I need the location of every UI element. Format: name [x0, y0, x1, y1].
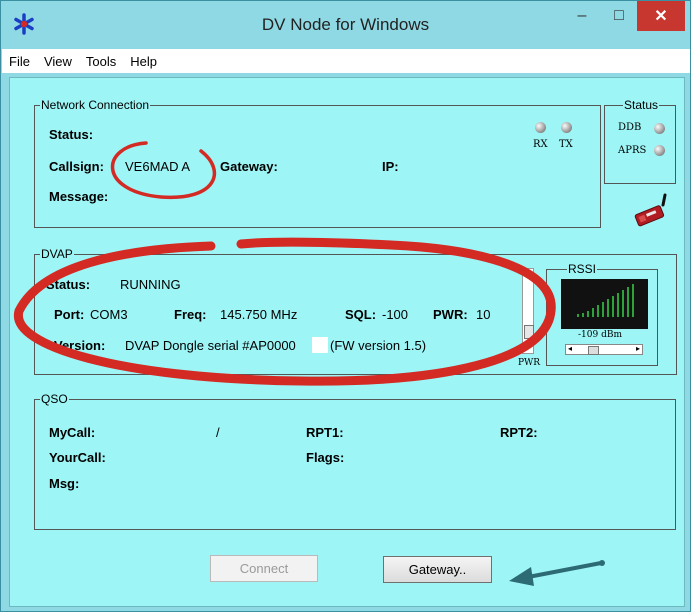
- rssi-legend: RSSI: [568, 262, 597, 276]
- message-label: Message:: [49, 189, 109, 204]
- rx-label: RX: [533, 139, 548, 150]
- network-connection-group: Network Connection: [34, 98, 601, 228]
- port-value: COM3: [90, 307, 128, 322]
- rssi-bars-icon: [577, 284, 634, 317]
- main-panel: Network Connection Status: Callsign: VE6…: [9, 77, 685, 607]
- status-group: Status: [604, 98, 676, 184]
- dvap-status-value: RUNNING: [120, 277, 181, 292]
- port-label: Port:: [54, 307, 85, 322]
- rpt1-label: RPT1:: [306, 425, 344, 440]
- scroll-right-icon[interactable]: ▸: [636, 344, 640, 353]
- menu-file[interactable]: File: [2, 54, 37, 69]
- rssi-scroll-thumb[interactable]: [588, 346, 599, 355]
- yourcall-label: YourCall:: [49, 450, 106, 465]
- gateway-button[interactable]: Gateway..: [383, 556, 492, 583]
- maximize-button[interactable]: □: [605, 1, 633, 31]
- rssi-scrollbar[interactable]: ◂ ▸: [565, 344, 643, 355]
- rssi-meter: [561, 279, 648, 329]
- serial-redaction: [312, 337, 328, 353]
- ip-label: IP:: [382, 159, 399, 174]
- dvap-status-label: Status:: [46, 277, 91, 292]
- rpt2-label: RPT2:: [500, 425, 538, 440]
- ddb-led-icon: [654, 123, 665, 134]
- minimize-button[interactable]: –: [567, 1, 597, 31]
- freq-label: Freq:: [174, 307, 207, 322]
- pwr-slider-thumb[interactable]: [524, 325, 534, 339]
- sql-value: -100: [382, 307, 409, 322]
- ddb-label: DDB: [618, 122, 642, 133]
- sql-label: SQL:: [345, 307, 377, 322]
- menu-tools[interactable]: Tools: [79, 54, 123, 69]
- tx-led-icon: [561, 122, 572, 133]
- mycall-separator: /: [216, 425, 220, 440]
- callsign-value: VE6MAD A: [125, 159, 191, 174]
- pwr-label: PWR:: [433, 307, 468, 322]
- scroll-left-icon[interactable]: ◂: [568, 344, 572, 353]
- aprs-label: APRS: [618, 145, 647, 156]
- menu-view[interactable]: View: [37, 54, 79, 69]
- pwr-value: 10: [476, 307, 491, 322]
- fw-version-value: (FW version 1.5): [330, 338, 427, 353]
- aprs-led-icon: [654, 145, 665, 156]
- rssi-value: -109 dBm: [578, 330, 622, 340]
- qso-legend: QSO: [41, 392, 68, 406]
- callsign-label: Callsign:: [49, 159, 104, 174]
- menu-bar: File View Tools Help: [2, 49, 690, 73]
- gateway-label: Gateway:: [220, 159, 278, 174]
- net-status-label: Status:: [49, 127, 94, 142]
- flags-label: Flags:: [306, 450, 345, 465]
- pwr-slider[interactable]: [522, 268, 534, 354]
- tx-label: TX: [559, 139, 573, 150]
- qso-group: QSO: [34, 392, 676, 530]
- pwr-slider-label: PWR: [518, 358, 541, 368]
- msg-label: Msg:: [49, 476, 80, 491]
- version-label: Version:: [54, 338, 106, 353]
- network-connection-legend: Network Connection: [41, 98, 150, 112]
- dvap-dongle-icon: [634, 193, 667, 227]
- close-button[interactable]: ✕: [637, 1, 685, 31]
- menu-help[interactable]: Help: [123, 54, 164, 69]
- freq-value: 145.750 MHz: [220, 307, 298, 322]
- version-value: DVAP Dongle serial #AP0000: [125, 338, 296, 353]
- dvap-legend: DVAP: [41, 247, 73, 261]
- status-legend: Status: [624, 98, 659, 112]
- app-window: DV Node for Windows – □ ✕ File View Tool…: [0, 0, 691, 612]
- title-bar[interactable]: DV Node for Windows – □ ✕: [1, 1, 690, 49]
- connect-button[interactable]: Connect: [210, 555, 318, 582]
- mycall-label: MyCall:: [49, 425, 96, 440]
- rx-led-icon: [535, 122, 546, 133]
